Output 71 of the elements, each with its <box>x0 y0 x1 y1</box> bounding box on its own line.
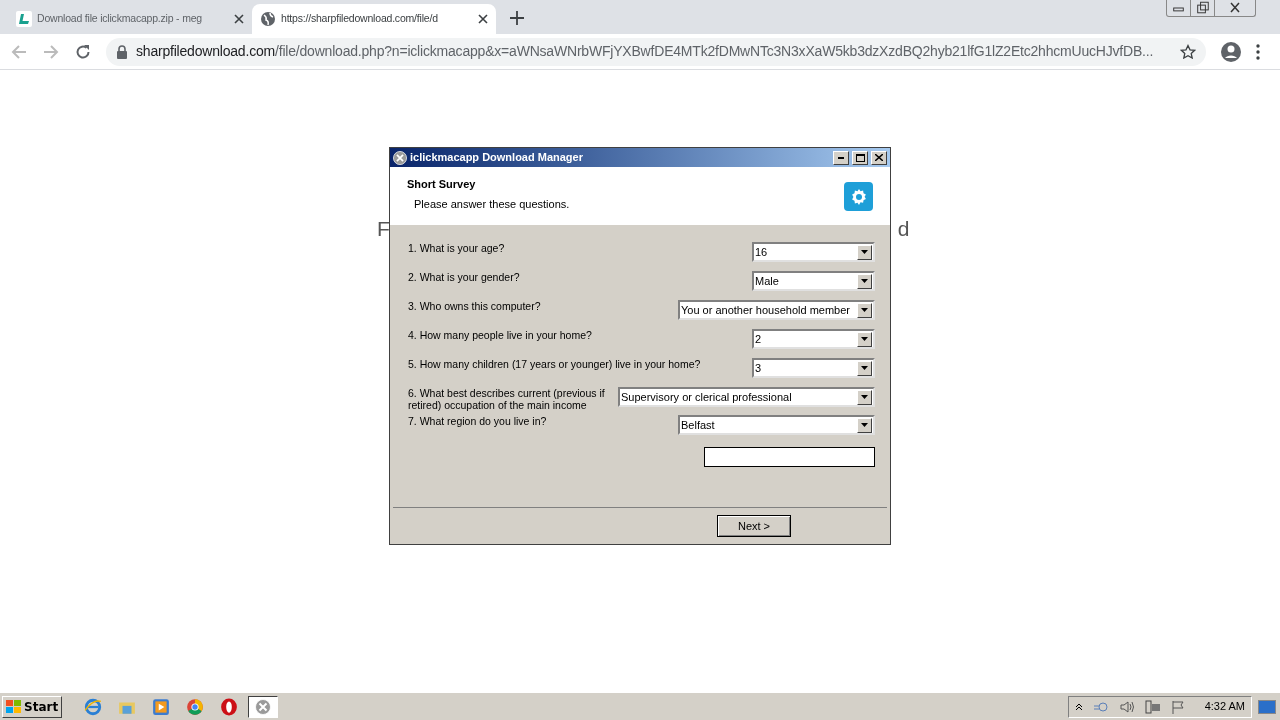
browser-tab[interactable]: https://sharpfiledownload.com/file/d <box>252 4 496 34</box>
close-icon[interactable] <box>234 14 244 24</box>
network-icon[interactable] <box>1092 699 1109 714</box>
close-button[interactable] <box>871 150 887 165</box>
chrome-icon <box>186 697 205 716</box>
start-button[interactable]: Start <box>2 695 63 718</box>
caret-icon <box>861 250 868 254</box>
play-icon <box>152 697 171 716</box>
question-label: 6. What best describes current (previous if retired) occupation of the main income <box>408 387 606 411</box>
dropdown[interactable]: Supervisory or clerical professional <box>618 387 875 407</box>
new-tab-icon[interactable] <box>510 11 524 25</box>
header-subtitle: Please answer these questions. <box>414 196 570 212</box>
windows-logo-icon <box>6 699 22 714</box>
maximize-button[interactable] <box>852 150 868 165</box>
volume-icon[interactable] <box>1118 699 1135 714</box>
account-icon[interactable] <box>1220 40 1242 63</box>
chevron-up-icon[interactable] <box>1074 702 1083 711</box>
question-label: 2. What is your gender? <box>408 271 521 283</box>
opera-icon <box>220 697 239 716</box>
lock-icon <box>116 44 128 59</box>
close-icon[interactable] <box>478 14 488 24</box>
question-label: 7. What region do you live in? <box>408 415 548 427</box>
next-button[interactable]: Next > <box>717 515 791 537</box>
star-icon[interactable] <box>1180 43 1196 60</box>
reload-icon[interactable] <box>74 42 92 61</box>
globe-icon <box>260 11 276 27</box>
dropdown[interactable]: Male <box>752 271 875 291</box>
window-title: iclickmacapp Download Manager <box>410 150 584 166</box>
url-text: sharpfiledownload.com/file/download.php?n=iclickmacapp&x=aWNsaWNrbWFjYXBwfDE4MTk2fDMwNTc3N3xXaW5kb3dzXzdBQ2hyb21lfG1lZ2Etc2hhcmUucHJvfDB... <box>136 42 1155 61</box>
header-title: Short Survey <box>407 177 477 192</box>
caret-icon <box>861 308 868 312</box>
caret-icon <box>861 337 868 341</box>
minimize-button[interactable] <box>833 150 849 165</box>
input-field[interactable] <box>704 447 875 467</box>
browser-e-icon <box>84 697 103 716</box>
menu-icon[interactable] <box>1256 43 1260 60</box>
dropdown-value: 3 <box>754 360 763 376</box>
close-icon <box>875 154 883 161</box>
tab-title: https://sharpfiledownload.com/file/d <box>281 11 439 27</box>
question-label: 5. How many children (17 years or younger) live in your home? <box>408 358 702 370</box>
dropdown-value: You or another household member <box>680 302 851 318</box>
dropdown-value: Belfast <box>680 417 716 433</box>
question-label: 4. How many people live in your home? <box>408 329 593 341</box>
question-label: 3. Who owns this computer? <box>408 300 542 312</box>
caret-icon <box>861 395 868 399</box>
address-bar[interactable]: sharpfiledownload.com/file/download.php?n=iclickmacapp&x=aWNsaWNrbWFjYXBwfDE4MTk2fDMwNTc3N3xXaW5kb3dzXzdBQ2hyb21lfG1lZ2Etc2hhcmUucHJvfDB... <box>106 37 1206 66</box>
flag-icon[interactable] <box>1170 699 1187 714</box>
maximize-icon <box>855 153 865 162</box>
dropdown-value: Supervisory or clerical professional <box>620 389 793 405</box>
caret-icon <box>861 423 868 427</box>
computer-icon[interactable] <box>1144 699 1161 714</box>
dropdown[interactable]: 2 <box>752 329 875 349</box>
dropdown[interactable]: You or another household member <box>678 300 875 320</box>
dropdown-value: 16 <box>754 244 769 260</box>
gear-icon <box>849 187 868 206</box>
dropdown[interactable]: Belfast <box>678 415 875 435</box>
page-heading: d <box>897 216 910 242</box>
logo-icon <box>16 11 32 27</box>
clock[interactable]: 4:32 AM <box>1204 698 1245 715</box>
minimize-icon <box>838 156 844 159</box>
dropdown-value: Male <box>754 273 780 289</box>
dropdown-value: 2 <box>754 331 763 347</box>
dropdown[interactable]: 3 <box>752 358 875 378</box>
caret-icon <box>861 279 868 283</box>
page-heading: F <box>377 216 390 242</box>
dropdown[interactable]: 16 <box>752 242 875 262</box>
show-desktop-button[interactable] <box>1258 699 1276 714</box>
question-label: 1. What is your age? <box>408 242 506 254</box>
taskbar-button[interactable] <box>248 695 279 718</box>
tab-title: Download file iclickmacapp.zip - meg <box>37 11 203 27</box>
caret-icon <box>861 366 868 370</box>
